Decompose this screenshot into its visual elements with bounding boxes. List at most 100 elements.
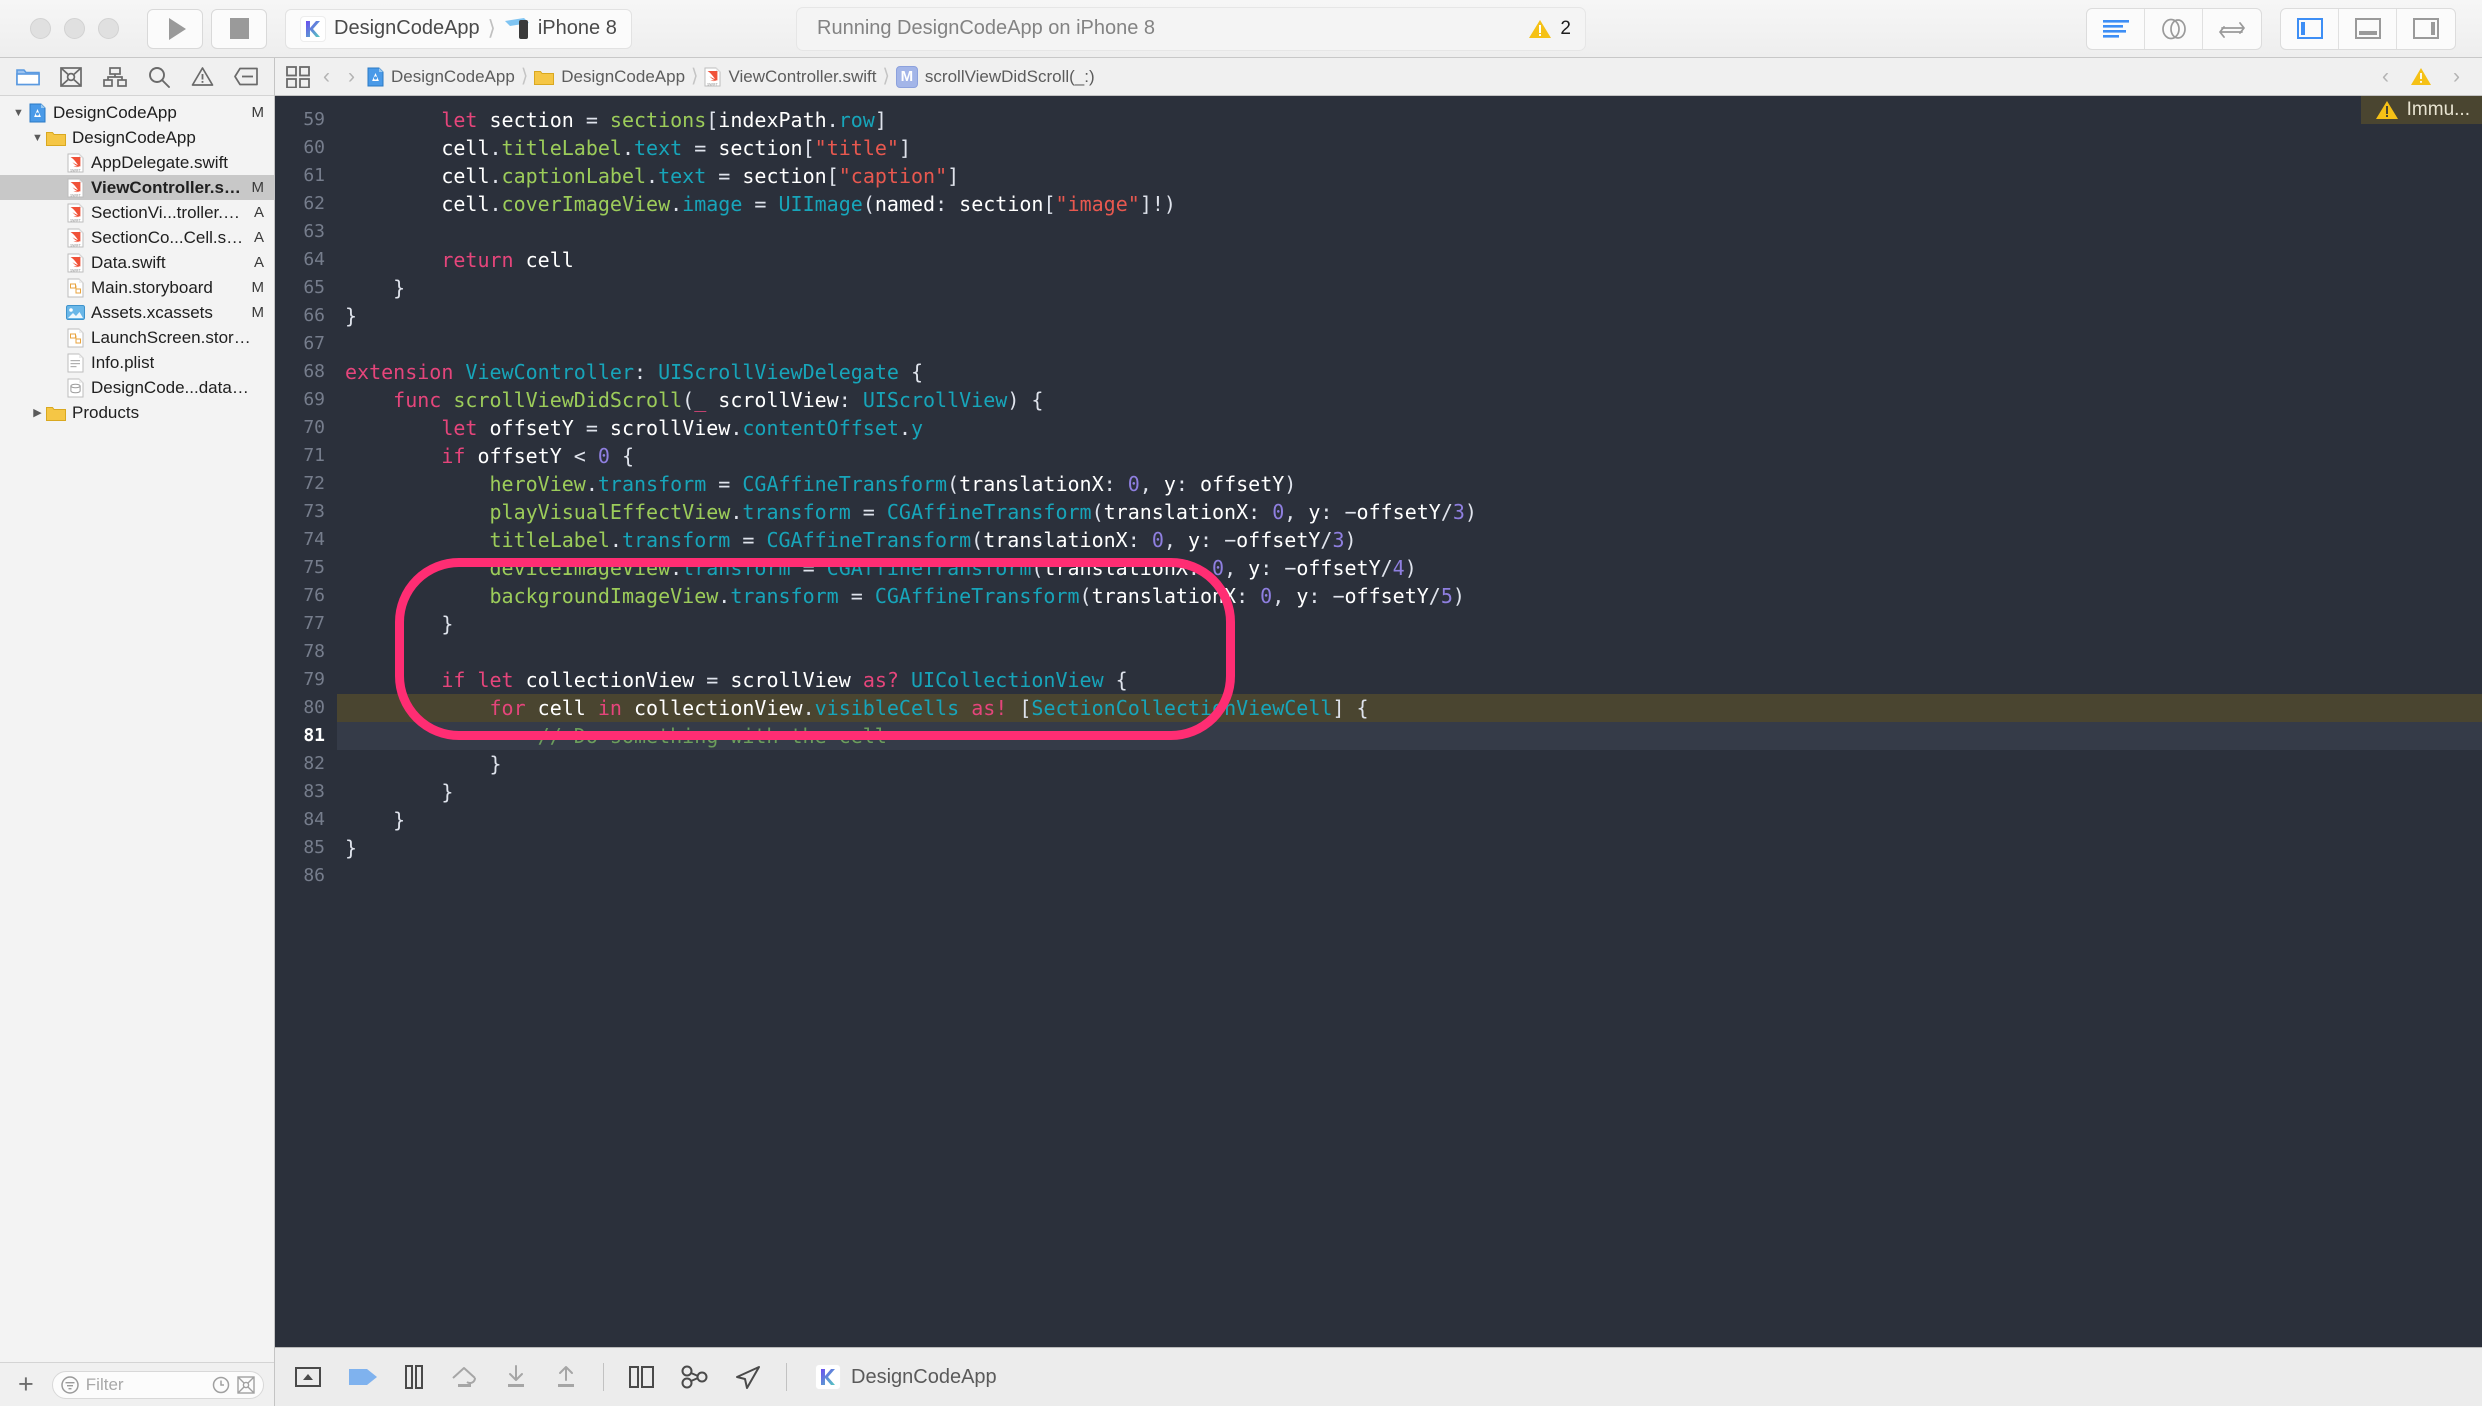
- recent-clock-icon[interactable]: [212, 1376, 230, 1394]
- debug-area-toggle-button[interactable]: [2339, 9, 2397, 49]
- file-tree-row[interactable]: ▼DesignCodeAppM: [0, 100, 274, 125]
- code-line[interactable]: deviceImageView.transform = CGAffineTran…: [337, 554, 2482, 582]
- hide-debug-area-button[interactable]: [293, 1361, 323, 1393]
- debug-process-item[interactable]: DesignCodeApp: [815, 1364, 997, 1390]
- zoom-button[interactable]: [98, 18, 119, 39]
- disclosure-triangle-open-icon[interactable]: ▼: [29, 132, 46, 144]
- code-line[interactable]: let section = sections[indexPath.row]: [337, 106, 2482, 134]
- source-control-navigator-tab[interactable]: [56, 64, 86, 90]
- step-over-icon: [449, 1364, 479, 1390]
- run-button[interactable]: [147, 9, 203, 49]
- code-line[interactable]: func scrollViewDidScroll(_ scrollView: U…: [337, 386, 2482, 414]
- file-tree-row[interactable]: ▶Products: [0, 400, 274, 425]
- step-out-button[interactable]: [553, 1361, 579, 1393]
- code-line[interactable]: [337, 330, 2482, 358]
- code-line[interactable]: titleLabel.transform = CGAffineTransform…: [337, 526, 2482, 554]
- breadcrumb-item[interactable]: SWIFTViewController.swift: [704, 67, 876, 87]
- code-line[interactable]: heroView.transform = CGAffineTransform(t…: [337, 470, 2482, 498]
- file-tree-row[interactable]: Assets.xcassetsM: [0, 300, 274, 325]
- continue-icon: [347, 1365, 379, 1389]
- stop-button[interactable]: [211, 9, 267, 49]
- symbol-navigator-tab[interactable]: [100, 64, 130, 90]
- back-button[interactable]: ‹: [317, 65, 336, 89]
- code-line[interactable]: cell.coverImageView.image = UIImage(name…: [337, 190, 2482, 218]
- assistant-editor-button[interactable]: [2145, 9, 2203, 49]
- forward-button[interactable]: ›: [342, 65, 361, 89]
- file-tree-row[interactable]: Main.storyboardM: [0, 275, 274, 300]
- inline-warning-banner[interactable]: Immu...: [2361, 96, 2482, 124]
- code-line[interactable]: let offsetY = scrollView.contentOffset.y: [337, 414, 2482, 442]
- add-file-button[interactable]: +: [10, 1371, 42, 1398]
- continue-button[interactable]: [347, 1361, 379, 1393]
- line-number-gutter: 5960616263646566676869707172737475767778…: [275, 96, 337, 1347]
- step-into-button[interactable]: [503, 1361, 529, 1393]
- warning-badge[interactable]: 2: [1528, 18, 1571, 40]
- device-icon: [504, 17, 530, 41]
- line-number: 76: [275, 582, 325, 610]
- project-file-tree[interactable]: ▼DesignCodeAppM▼DesignCodeAppSWIFTAppDel…: [0, 96, 274, 1362]
- code-line[interactable]: }: [337, 778, 2482, 806]
- file-tree-row[interactable]: ▼DesignCodeApp: [0, 125, 274, 150]
- version-editor-button[interactable]: [2203, 9, 2261, 49]
- disclosure-triangle-open-icon[interactable]: ▼: [10, 107, 27, 119]
- breadcrumb-item[interactable]: DesignCodeApp: [534, 67, 685, 87]
- code-line[interactable]: }: [337, 750, 2482, 778]
- code-line[interactable]: for cell in collectionView.visibleCells …: [337, 694, 2482, 722]
- view-hierarchy-button[interactable]: [628, 1361, 656, 1393]
- code-line[interactable]: }: [337, 274, 2482, 302]
- code-line[interactable]: backgroundImageView.transform = CGAffine…: [337, 582, 2482, 610]
- project-navigator-tab[interactable]: [13, 64, 43, 90]
- code-line[interactable]: }: [337, 834, 2482, 862]
- file-tree-row[interactable]: SWIFTViewController.swiftM: [0, 175, 274, 200]
- code-line[interactable]: playVisualEffectView.transform = CGAffin…: [337, 498, 2482, 526]
- minimize-button[interactable]: [64, 18, 85, 39]
- swift-file-icon: SWIFT: [65, 228, 85, 248]
- code-line[interactable]: [337, 638, 2482, 666]
- step-over-button[interactable]: [449, 1361, 479, 1393]
- issue-navigator-tab[interactable]: [187, 64, 217, 90]
- breakpoint-navigator-tab[interactable]: [231, 64, 261, 90]
- navigator-toggle-button[interactable]: [2281, 9, 2339, 49]
- disclosure-triangle-closed-icon[interactable]: ▶: [29, 406, 46, 419]
- code-line[interactable]: [337, 218, 2482, 246]
- scheme-selector[interactable]: DesignCodeApp ⟩ iPhone 8: [285, 9, 632, 49]
- memory-graph-button[interactable]: [680, 1361, 710, 1393]
- related-items-button[interactable]: [285, 66, 311, 88]
- breadcrumb-item[interactable]: MscrollViewDidScroll(_:): [896, 66, 1095, 88]
- filter-field[interactable]: Filter: [52, 1371, 264, 1399]
- code-line[interactable]: // Do something with the cell: [337, 722, 2482, 750]
- file-tree-row[interactable]: LaunchScreen.storyboard: [0, 325, 274, 350]
- warning-icon[interactable]: [2409, 66, 2433, 87]
- utilities-toggle-button[interactable]: [2397, 9, 2455, 49]
- pause-button[interactable]: [403, 1361, 425, 1393]
- source-control-filter-icon[interactable]: [237, 1376, 255, 1394]
- code-line[interactable]: return cell: [337, 246, 2482, 274]
- find-navigator-tab[interactable]: [144, 64, 174, 90]
- breadcrumb-item[interactable]: DesignCodeApp: [367, 67, 515, 87]
- code-editor[interactable]: 5960616263646566676869707172737475767778…: [275, 96, 2482, 1347]
- simulate-location-button[interactable]: [734, 1361, 762, 1393]
- code-line[interactable]: extension ViewController: UIScrollViewDe…: [337, 358, 2482, 386]
- code-line[interactable]: }: [337, 302, 2482, 330]
- file-tree-row[interactable]: DesignCode...datamodeld: [0, 375, 274, 400]
- file-tree-row[interactable]: SWIFTSectionVi...troller.swiftA: [0, 200, 274, 225]
- line-number: 68: [275, 358, 325, 386]
- close-button[interactable]: [30, 18, 51, 39]
- line-number: 59: [275, 106, 325, 134]
- source-code[interactable]: let section = sections[indexPath.row] ce…: [337, 96, 2482, 1347]
- file-tree-row[interactable]: SWIFTAppDelegate.swift: [0, 150, 274, 175]
- code-line[interactable]: if let collectionView = scrollView as? U…: [337, 666, 2482, 694]
- code-line[interactable]: }: [337, 806, 2482, 834]
- code-line[interactable]: [337, 862, 2482, 890]
- standard-editor-button[interactable]: [2087, 9, 2145, 49]
- code-line[interactable]: }: [337, 610, 2482, 638]
- breadcrumb-label: scrollViewDidScroll(_:): [925, 67, 1095, 87]
- code-line[interactable]: cell.titleLabel.text = section["title"]: [337, 134, 2482, 162]
- next-issue-button[interactable]: ›: [2447, 65, 2466, 89]
- file-tree-row[interactable]: SWIFTSectionCo...Cell.swiftA: [0, 225, 274, 250]
- previous-issue-button[interactable]: ‹: [2376, 65, 2395, 89]
- file-tree-row[interactable]: SWIFTData.swiftA: [0, 250, 274, 275]
- code-line[interactable]: if offsetY < 0 {: [337, 442, 2482, 470]
- code-line[interactable]: cell.captionLabel.text = section["captio…: [337, 162, 2482, 190]
- file-tree-row[interactable]: Info.plist: [0, 350, 274, 375]
